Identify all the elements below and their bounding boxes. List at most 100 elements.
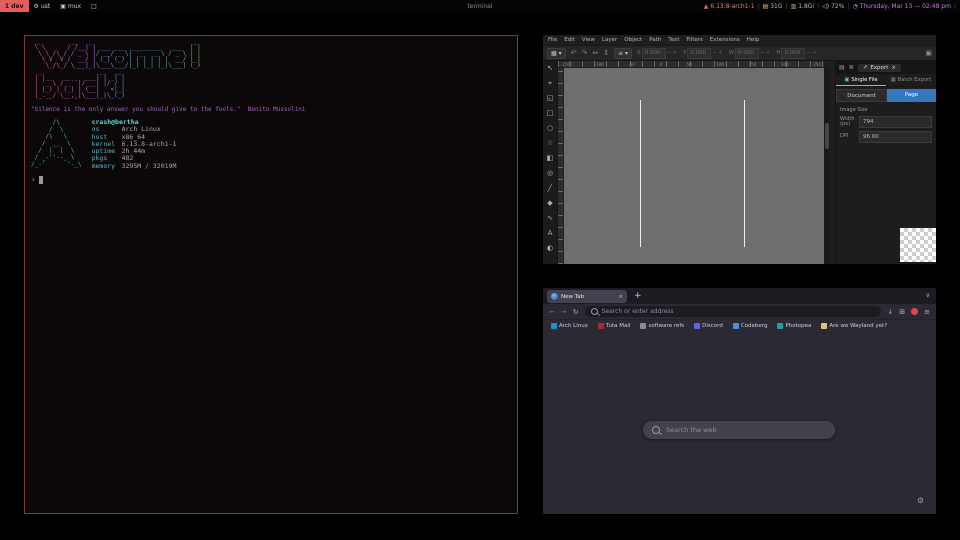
back-button[interactable]: ←	[549, 308, 555, 316]
batch-export-tab[interactable]: ▦ Batch Export	[886, 74, 936, 86]
prompt-chevron-icon: ›	[31, 175, 36, 184]
menu-item[interactable]: Layer	[602, 37, 617, 43]
tool-button[interactable]: ◧	[544, 153, 557, 164]
align-dropdown[interactable]: ≡ ▾	[614, 48, 632, 59]
menu-button[interactable]: ≡	[924, 308, 930, 316]
status-segments: ▲ 6.13.8-arch1-1 | ▤ 31G | ▥ 1.8Gi | ◁) …	[704, 3, 960, 10]
menu-item[interactable]: Text	[668, 37, 679, 43]
url-input[interactable]	[602, 308, 876, 315]
dialog-icon-b[interactable]: ≣	[849, 64, 854, 71]
disk-segment: ▤ 31G	[763, 3, 783, 10]
web-search-box[interactable]	[643, 421, 835, 439]
bookmark-item[interactable]: software refs	[640, 323, 684, 329]
export-dialog-tab[interactable]: ↗ Export ×	[858, 64, 901, 72]
ruler-tick: -50	[628, 61, 635, 68]
canvas-vertical-scrollbar[interactable]	[824, 68, 830, 264]
menu-item[interactable]: Object	[624, 37, 642, 43]
memory-segment: ▥ 1.8Gi	[791, 3, 815, 10]
inkscape-window: File Edit View Layer Object Path Text Fi…	[543, 35, 936, 264]
tool-button[interactable]: A	[544, 228, 557, 239]
bookmark-item[interactable]: Are we Wayland yet?	[821, 323, 887, 329]
tool-button[interactable]: ↖	[544, 63, 557, 74]
inkscape-menubar: File Edit View Layer Object Path Text Fi…	[543, 35, 936, 45]
menu-item[interactable]: View	[582, 37, 595, 43]
search-icon	[652, 426, 660, 434]
downloads-button[interactable]: ↓	[887, 308, 893, 316]
coordinate-field[interactable]: H 0.000 −+	[776, 48, 817, 59]
ublock-extension-icon[interactable]	[911, 308, 918, 315]
menu-item[interactable]: Edit	[564, 37, 575, 43]
tool-button[interactable]: ╱	[544, 183, 557, 194]
forward-button[interactable]: →	[561, 308, 567, 316]
active-tab[interactable]: New Tab ×	[547, 290, 627, 303]
width-field-row: Width (px) 794	[840, 116, 932, 128]
menu-item[interactable]: Filters	[686, 37, 703, 43]
bookmark-item[interactable]: Codeberg	[733, 323, 768, 329]
scrollbar-thumb[interactable]	[825, 123, 829, 149]
tool-button[interactable]: ⌖	[544, 78, 557, 89]
rotate-cw-icon[interactable]: ↷	[581, 49, 587, 57]
width-input[interactable]: 794	[859, 116, 932, 128]
bookmark-item[interactable]: Arch Linux	[551, 323, 588, 329]
drawing-canvas[interactable]	[564, 68, 824, 264]
coordinate-field[interactable]: X 0.000 −+	[637, 48, 678, 59]
single-file-tab[interactable]: ▣ Single File	[836, 74, 886, 86]
clock-segment: ◔ Thursday, Mar 13 — 02:48 pm	[852, 3, 951, 10]
tab-favicon-globe-icon	[551, 293, 558, 300]
page-button[interactable]: Page	[887, 89, 936, 102]
batch-export-icon: ▦	[891, 77, 896, 83]
menu-item[interactable]: Help	[747, 37, 760, 43]
new-tab-page: ⚙	[543, 331, 936, 514]
ruler-tick-labels: -150-100-50050100150200250	[558, 61, 824, 68]
coordinate-field[interactable]: W 0.000 −+	[729, 48, 772, 59]
dpi-label: DPI	[840, 134, 856, 140]
flip-horizontal-icon[interactable]: ↔	[592, 49, 598, 57]
tool-button[interactable]: ◱	[544, 93, 557, 104]
bookmark-item[interactable]: Photopea	[777, 323, 811, 329]
terminal-window[interactable]: __ __ _ _ \ \ / /__| | ___ ___ _ __ ___ …	[24, 35, 518, 514]
page-settings-gear-icon[interactable]: ⚙	[917, 496, 924, 505]
tool-button[interactable]: ◐	[544, 243, 557, 254]
tool-button[interactable]: ☆	[544, 138, 557, 149]
bookmark-item[interactable]: Tuta Mail	[598, 323, 630, 329]
url-bar[interactable]	[585, 306, 882, 317]
menu-item[interactable]: Path	[649, 37, 661, 43]
rotate-ccw-icon[interactable]: ↶	[571, 49, 577, 57]
tool-button[interactable]: ∿	[544, 213, 557, 224]
horizontal-ruler[interactable]: -150-100-50050100150200250	[558, 61, 824, 68]
toolbox: ↖ ⌖ ◱ □ ○ ☆ ◧ ◎ ╱ ◆	[543, 61, 558, 264]
arch-logo-icon: ▲	[704, 3, 709, 10]
new-tab-button[interactable]: +	[634, 290, 642, 302]
document-button[interactable]: Document	[836, 89, 887, 102]
tool-options-bar: ▦ ▾ ↶ ↷ ↔ ↕ ≡ ▾ X 0.000 −+ Y 0.000	[543, 45, 936, 61]
ruler-tick: -150	[561, 61, 570, 68]
web-search-input[interactable]	[666, 426, 826, 434]
dialog-icon-a[interactable]: ▤	[839, 64, 845, 71]
datetime: Thursday, Mar 13 — 02:48 pm	[860, 3, 951, 10]
menu-item[interactable]: Extensions	[710, 37, 740, 43]
disk-icon: ▤	[763, 3, 769, 10]
flip-vertical-icon[interactable]: ↕	[603, 49, 609, 57]
arch-ascii-logo: /\ / \ /\ \ / __ \ / | | \ / _-''--_ \ /…	[31, 119, 82, 170]
tool-button[interactable]: ◆	[544, 198, 557, 209]
bookmark-item[interactable]: Discord	[694, 323, 723, 329]
single-file-icon: ▣	[844, 77, 849, 83]
separator: |	[817, 3, 819, 10]
lock-ratio-icon[interactable]: ▣	[925, 49, 932, 57]
coordinate-field[interactable]: Y 0.000 −+	[683, 48, 724, 59]
tool-button[interactable]: □	[544, 108, 557, 119]
menu-item[interactable]: File	[548, 37, 557, 43]
list-all-tabs-chevron-icon[interactable]: ∨	[926, 292, 930, 299]
close-icon[interactable]: ×	[891, 65, 896, 71]
tool-button[interactable]: ◎	[544, 168, 557, 179]
selection-mode-dropdown[interactable]: ▦ ▾	[547, 48, 566, 59]
reload-button[interactable]: ↻	[573, 308, 579, 316]
volume-segment[interactable]: ◁) 72%	[822, 3, 844, 10]
tab-close-icon[interactable]: ×	[618, 294, 623, 300]
separator: |	[758, 3, 760, 10]
extensions-button[interactable]: ⊞	[899, 308, 905, 316]
dpi-input[interactable]: 96.00	[859, 131, 932, 143]
shell-prompt[interactable]: ›	[31, 175, 43, 184]
tool-button[interactable]: ○	[544, 123, 557, 134]
clock-icon: ◔	[852, 3, 857, 10]
